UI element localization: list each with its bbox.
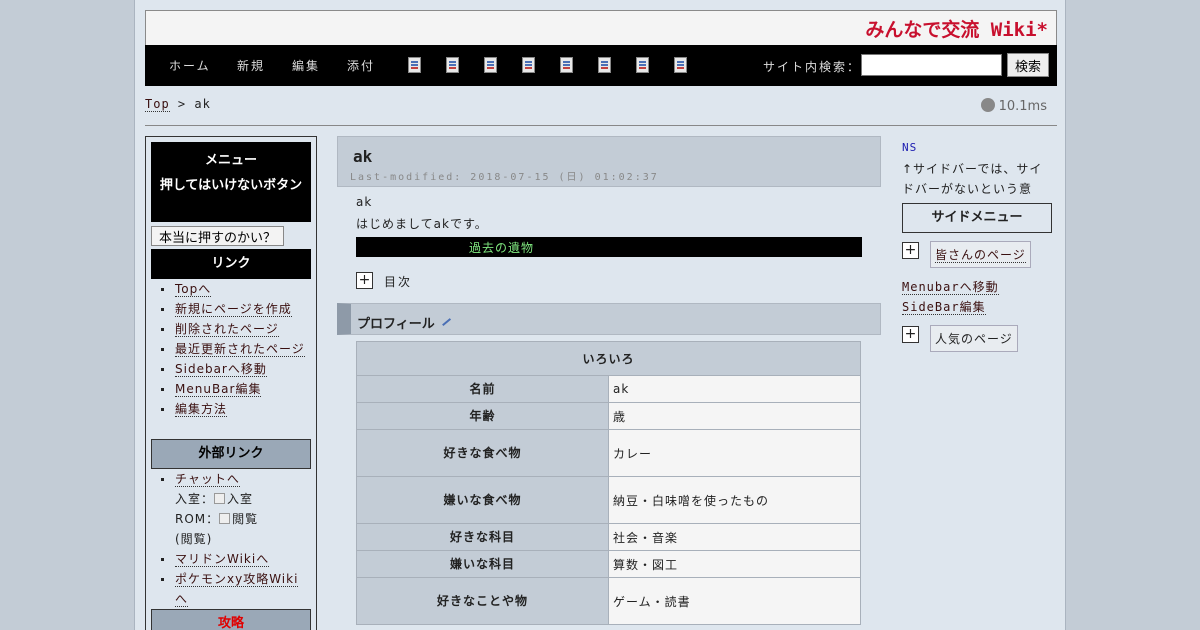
diff-icon[interactable] [484, 57, 497, 73]
menubar: メニュー 押してはいけないボタン 本当に押すのかい？ リンク Topへ 新規にペ… [145, 136, 317, 630]
menubar-move-link[interactable]: Menubarへ移動 [902, 278, 999, 295]
danger-title: 押してはいけないボタン [159, 178, 303, 193]
list-item[interactable]: Topへ [160, 279, 310, 299]
search-label: サイト内検索： [763, 60, 862, 74]
pencil-icon[interactable] [436, 311, 451, 327]
sidebar-note: ↑サイドバーでは、サイドバーがないという意 [902, 162, 1043, 196]
danger-button[interactable]: 本当に押すのかい？ [151, 226, 284, 246]
sidebar-toggle-members[interactable]: + [902, 242, 919, 259]
sidebar-edit-link[interactable]: SideBar編集 [902, 298, 986, 315]
strategy-heading: 攻略 [151, 609, 311, 630]
list-item[interactable]: マリドンWikiへ [160, 549, 310, 569]
breadcrumb-current: ak [194, 97, 211, 111]
table-row: 好きなことや物 ゲーム・読書 [356, 577, 861, 625]
attach-icon[interactable] [560, 57, 573, 73]
render-time: 10.1ms [980, 98, 1047, 114]
table-row: 好きな食べ物 カレー [356, 429, 861, 477]
chat-rom-note: (閲覧) [175, 532, 213, 546]
breadcrumb-separator: > [169, 97, 195, 111]
section-title: プロフィール [357, 311, 451, 332]
header-divider [145, 125, 1057, 126]
render-time-value: 10.1ms [998, 99, 1047, 114]
last-modified: Last-modified: 2018-07-15 (日) 01:02:37 [350, 172, 659, 183]
search-input[interactable] [861, 54, 1002, 76]
chat-rom[interactable]: ROM： 閲覧 [175, 509, 310, 529]
table-row: 好きな科目 社会・音楽 [356, 523, 861, 551]
menubar-top-block: メニュー 押してはいけないボタン [151, 142, 311, 222]
table-row: 嫌いな科目 算数・図工 [356, 550, 861, 578]
links-list: Topへ 新規にページを作成 削除されたページ 最近更新されたページ Sideb… [160, 279, 310, 419]
section-heading: プロフィール [337, 303, 881, 335]
table-row: 嫌いな食べ物 納豆・白味噌を使ったもの [356, 476, 861, 524]
list-item[interactable]: チャットへ 入室： 入室 ROM： 閲覧 (閲覧) [160, 469, 310, 549]
table-caption: いろいろ [356, 341, 861, 376]
intro-line-1: ak [356, 195, 373, 209]
backup-icon[interactable] [522, 57, 535, 73]
chat-enter[interactable]: 入室： 入室 [175, 489, 310, 509]
list-item[interactable]: ポケモンxy攻略Wikiへ [160, 569, 310, 609]
broken-image-icon [219, 513, 231, 524]
copy-icon[interactable] [598, 57, 611, 73]
table-row: 名前 ak [356, 375, 861, 403]
table-row: 年齢歳 [356, 402, 861, 430]
page-title: ak [353, 147, 373, 166]
nav-attach[interactable]: 添付 [347, 57, 375, 74]
nav-edit[interactable]: 編集 [292, 57, 320, 74]
speedometer-icon [980, 98, 995, 112]
intro-line-2: はじめましてakです。 [356, 217, 488, 231]
chat-link[interactable]: チャットへ [175, 472, 240, 487]
navbar: ホーム 新規 編集 添付 サイト内検索： 検索 [145, 45, 1057, 86]
popular-pages-box[interactable]: 人気のページ [930, 325, 1018, 352]
profile-table: いろいろ 名前 ak 年齢歳 好きな食べ物 カレー 嫌いな食べ物 納豆・白味噌を使った… [356, 341, 861, 625]
toc-toggle[interactable]: + [356, 272, 373, 289]
nav-new[interactable]: 新規 [237, 57, 265, 74]
list-item[interactable]: 削除されたページ [160, 319, 310, 339]
sidebar-menu-title: サイドメニュー [902, 203, 1052, 233]
breadcrumb-top[interactable]: Top [145, 97, 170, 112]
toc-label[interactable]: 目次 [384, 273, 412, 290]
legacy-banner: 過去の遺物 [356, 237, 862, 257]
sidebar-toggle-popular[interactable]: + [902, 326, 919, 343]
search-button[interactable]: 検索 [1007, 53, 1049, 77]
breadcrumb: Top > ak [145, 97, 211, 112]
external-links-list: チャットへ 入室： 入室 ROM： 閲覧 (閲覧) マリドンWikiへ ポケモンxy… [160, 469, 310, 609]
page: みんなで交流 Wiki* ホーム 新規 編集 添付 サイト内検索： 検索 Top… [134, 0, 1066, 630]
links-heading: リンク [151, 249, 311, 279]
legacy-text: 過去の遺物 [469, 241, 535, 255]
list-item[interactable]: 新規にページを作成 [160, 299, 310, 319]
list-icon[interactable] [636, 57, 649, 73]
list-item[interactable]: Sidebarへ移動 [160, 359, 310, 379]
new-page-icon[interactable] [408, 57, 421, 73]
list-item[interactable]: 最近更新されたページ [160, 339, 310, 359]
list-item[interactable]: MenuBar編集 [160, 379, 310, 399]
menubar-title: メニュー [204, 153, 257, 168]
site-title[interactable]: みんなで交流 Wiki* [865, 15, 1048, 42]
members-pages-box[interactable]: 皆さんのページ [930, 241, 1031, 268]
site-header: みんなで交流 Wiki* [145, 10, 1057, 46]
help-icon[interactable] [674, 57, 687, 73]
ns-link[interactable]: NS [902, 141, 917, 154]
external-links-heading: 外部リンク [151, 439, 311, 469]
list-item[interactable]: 編集方法 [160, 399, 310, 419]
nav-home[interactable]: ホーム [169, 57, 211, 74]
reload-icon[interactable] [446, 57, 459, 73]
broken-image-icon [214, 493, 226, 504]
page-header: ak Last-modified: 2018-07-15 (日) 01:02:3… [337, 136, 881, 187]
